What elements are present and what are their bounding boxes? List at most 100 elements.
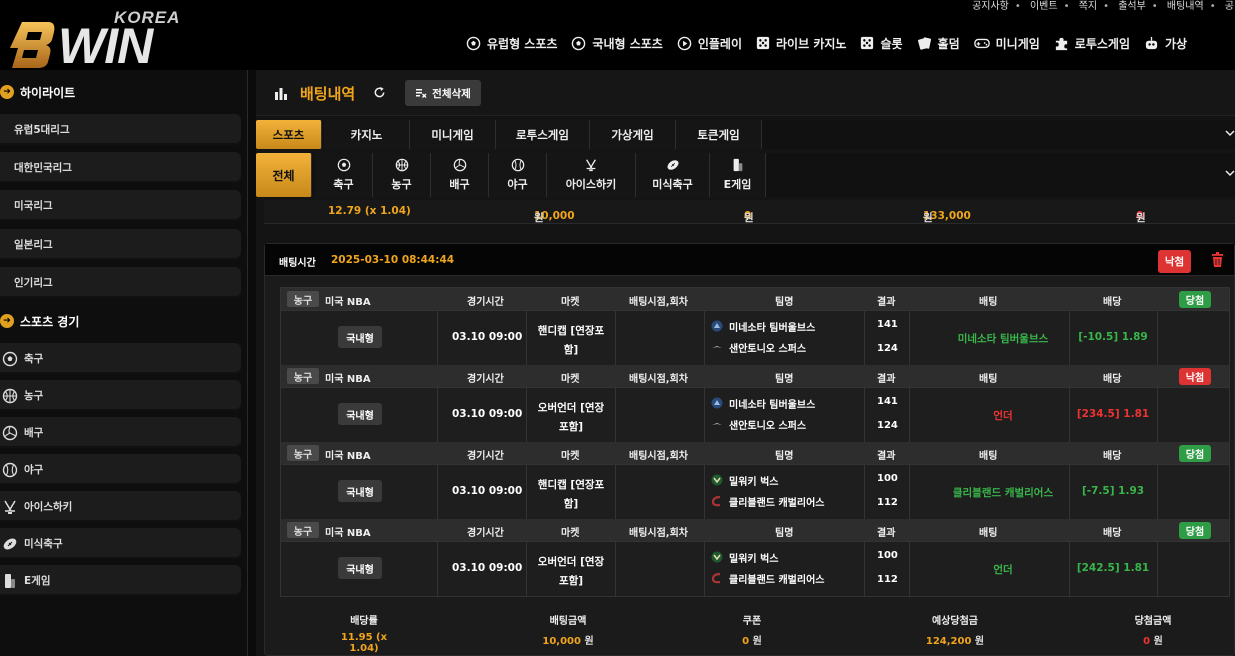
nav-slot[interactable]: 슬롯 xyxy=(860,33,903,53)
team-logo-icon xyxy=(712,346,722,348)
sidebar-sport-football[interactable]: 미식축구 xyxy=(0,528,241,559)
sidebar-sport-basketball[interactable]: 농구 xyxy=(0,380,241,411)
chevron-down-icon[interactable] xyxy=(1225,128,1235,138)
dice-icon xyxy=(861,36,874,50)
page-header: 배팅내역 전체삭제 xyxy=(256,70,1235,116)
nav-inplay[interactable]: 인플레이 xyxy=(677,33,742,53)
col-bet: 배팅 xyxy=(979,451,998,462)
col-odds: 배당 xyxy=(1103,374,1122,385)
nav-live-casino[interactable]: 라이브 카지노 xyxy=(756,33,846,53)
subtab-hockey[interactable]: 아이스하키 xyxy=(547,153,636,197)
away-team: 클리블랜드 캐벌리어스 xyxy=(711,493,824,509)
basketball-icon xyxy=(2,388,18,403)
sidebar-sport-soccer[interactable]: 축구 xyxy=(0,343,241,374)
bet-detail-table: 농구 미국 NBA 경기시간 마켓 배팅시점,회차 팀명 결과 배팅 배당 당첨 xyxy=(280,287,1230,597)
subtab-baseball[interactable]: 야구 xyxy=(489,153,547,197)
sidebar-sport-volleyball[interactable]: 배구 xyxy=(0,417,241,448)
delete-all-button[interactable]: 전체삭제 xyxy=(405,80,481,106)
subtab-volleyball[interactable]: 배구 xyxy=(431,153,489,197)
toplink-event[interactable]: 이벤트 xyxy=(1030,1,1058,12)
arrow-right-icon: ➔ xyxy=(0,85,14,99)
nav-holdem[interactable]: 홀덤 xyxy=(917,33,960,53)
team-logo-icon xyxy=(711,572,721,584)
sidebar-league-popular[interactable]: 인기리그 xyxy=(0,267,241,298)
site-logo[interactable]: KOREA WIN xyxy=(6,4,206,74)
bet-type-badge: 국내형 xyxy=(338,480,382,502)
subtab-football[interactable]: 미식축구 xyxy=(636,153,710,197)
refresh-icon[interactable] xyxy=(373,86,386,99)
toplink-bet-history[interactable]: 배팅내역 xyxy=(1167,1,1204,12)
sport-filter-tabs: 전체 축구 농구 배구 야구 아이스하키 미식축구 E게임 xyxy=(256,153,1235,197)
home-score: 141 xyxy=(877,396,898,407)
nav-euro-sports[interactable]: 유럽형 스포츠 xyxy=(466,33,557,53)
tab-minigame[interactable]: 미니게임 xyxy=(410,120,496,149)
sidebar-sport-egame[interactable]: E게임 xyxy=(0,565,241,596)
league-name: 미국 NBA xyxy=(325,451,371,462)
subtab-soccer[interactable]: 축구 xyxy=(315,153,373,197)
sidebar-league-japan[interactable]: 일본리그 xyxy=(0,229,241,260)
away-team: 샌안토니오 스퍼스 xyxy=(711,339,806,355)
trash-icon[interactable] xyxy=(1211,252,1224,267)
tab-lotus-game[interactable]: 로투스게임 xyxy=(496,120,590,149)
toplink-more[interactable]: 공 xyxy=(1225,1,1234,12)
market-name: 핸디캡 [연장포함] xyxy=(537,479,605,510)
bet-item-header: 농구 미국 NBA 경기시간 마켓 배팅시점,회차 팀명 결과 배팅 배당 당첨 xyxy=(281,442,1229,464)
toplink-message[interactable]: 쪽지 xyxy=(1079,1,1097,12)
summary-amount-label: 배팅금액 xyxy=(549,616,587,627)
bet-item-header: 농구 미국 NBA 경기시간 마켓 배팅시점,회차 팀명 결과 배팅 배당 당첨 xyxy=(281,519,1229,541)
toplink-attendance[interactable]: 출석부 xyxy=(1118,1,1146,12)
col-result: 결과 xyxy=(877,451,896,462)
egame-icon xyxy=(5,573,15,588)
bet-summary: 배당률 11.95 (x 1.04) 배팅금액 10,000 원 쿠폰 0 원 … xyxy=(265,612,1234,656)
play-icon xyxy=(677,36,692,50)
sidebar-league-europe[interactable]: 유럽5대리그 xyxy=(0,114,241,145)
result-badge: 낙첨 xyxy=(1179,368,1211,385)
nav-minigame[interactable]: 미니게임 xyxy=(973,33,1040,53)
previous-bet-summary: 12.79 (x 1.04) 10,000 원 0 원 133,000 원 0 … xyxy=(264,200,1235,224)
tab-sports[interactable]: 스포츠 xyxy=(256,120,322,149)
sidebar-sport-hockey[interactable]: 아이스하키 xyxy=(0,491,241,522)
col-bet-point: 배팅시점,회차 xyxy=(629,297,688,308)
sport-badge: 농구 xyxy=(287,522,319,538)
away-team: 샌안토니오 스퍼스 xyxy=(711,416,806,432)
nav-virtual[interactable]: 가상 xyxy=(1144,33,1187,53)
col-result: 결과 xyxy=(877,297,896,308)
subtab-all[interactable]: 전체 xyxy=(256,153,312,197)
col-result: 결과 xyxy=(877,528,896,539)
home-score: 100 xyxy=(877,550,898,561)
nav-lotus-game[interactable]: 로투스게임 xyxy=(1054,33,1130,53)
home-score: 100 xyxy=(877,473,898,484)
col-odds: 배당 xyxy=(1103,528,1122,539)
subtab-basketball[interactable]: 농구 xyxy=(373,153,431,197)
col-team: 팀명 xyxy=(775,374,794,385)
team-logo-icon xyxy=(711,397,723,409)
col-bet: 배팅 xyxy=(979,297,998,308)
team-logo-icon xyxy=(711,495,721,507)
sidebar-league-usa[interactable]: 미국리그 xyxy=(0,190,241,221)
col-team: 팀명 xyxy=(775,451,794,462)
tab-token-game[interactable]: 토큰게임 xyxy=(676,120,762,149)
team-logo-icon xyxy=(711,474,723,486)
result-badge: 당첨 xyxy=(1179,291,1211,308)
bet-odds: [-7.5] 1.93 xyxy=(1081,485,1145,497)
gamepad-icon xyxy=(973,38,990,49)
result-badge: 당첨 xyxy=(1179,522,1211,539)
sidebar-sport-baseball[interactable]: 야구 xyxy=(0,454,241,485)
main-content: 배팅내역 전체삭제 스포츠 카지노 미니게임 로투스게임 가상게임 토큰게임 전… xyxy=(256,70,1235,656)
tab-casino[interactable]: 카지노 xyxy=(324,120,410,149)
sidebar-league-korea[interactable]: 대한민국리그 xyxy=(0,152,241,183)
hockey-icon xyxy=(4,500,16,514)
sidebar: ➔ 하이라이트 유럽5대리그 대한민국리그 미국리그 일본리그 인기리그 ➔ 스… xyxy=(0,70,248,656)
nav-domestic-sports[interactable]: 국내형 스포츠 xyxy=(571,33,663,53)
bet-item-row: 국내형 03.10 09:00 오버언더 [연장포함] 미네소타 팀버울브스 샌… xyxy=(281,387,1229,443)
bet-slip-card: 배팅시간 2025-03-10 08:44:44 낙첨 농구 미국 NBA 경기… xyxy=(264,243,1235,656)
tab-virtual-game[interactable]: 가상게임 xyxy=(590,120,676,149)
team-logo-icon xyxy=(712,423,722,425)
toplink-notice[interactable]: 공지사항 xyxy=(972,1,1009,12)
subtab-egame[interactable]: E게임 xyxy=(710,153,766,197)
chevron-down-icon[interactable] xyxy=(1225,168,1235,178)
summary-coupon: 0 xyxy=(742,636,750,647)
bet-item: 농구 미국 NBA 경기시간 마켓 배팅시점,회차 팀명 결과 배팅 배당 당첨 xyxy=(281,288,1229,366)
football-icon xyxy=(3,538,17,549)
volleyball-icon xyxy=(2,425,18,440)
